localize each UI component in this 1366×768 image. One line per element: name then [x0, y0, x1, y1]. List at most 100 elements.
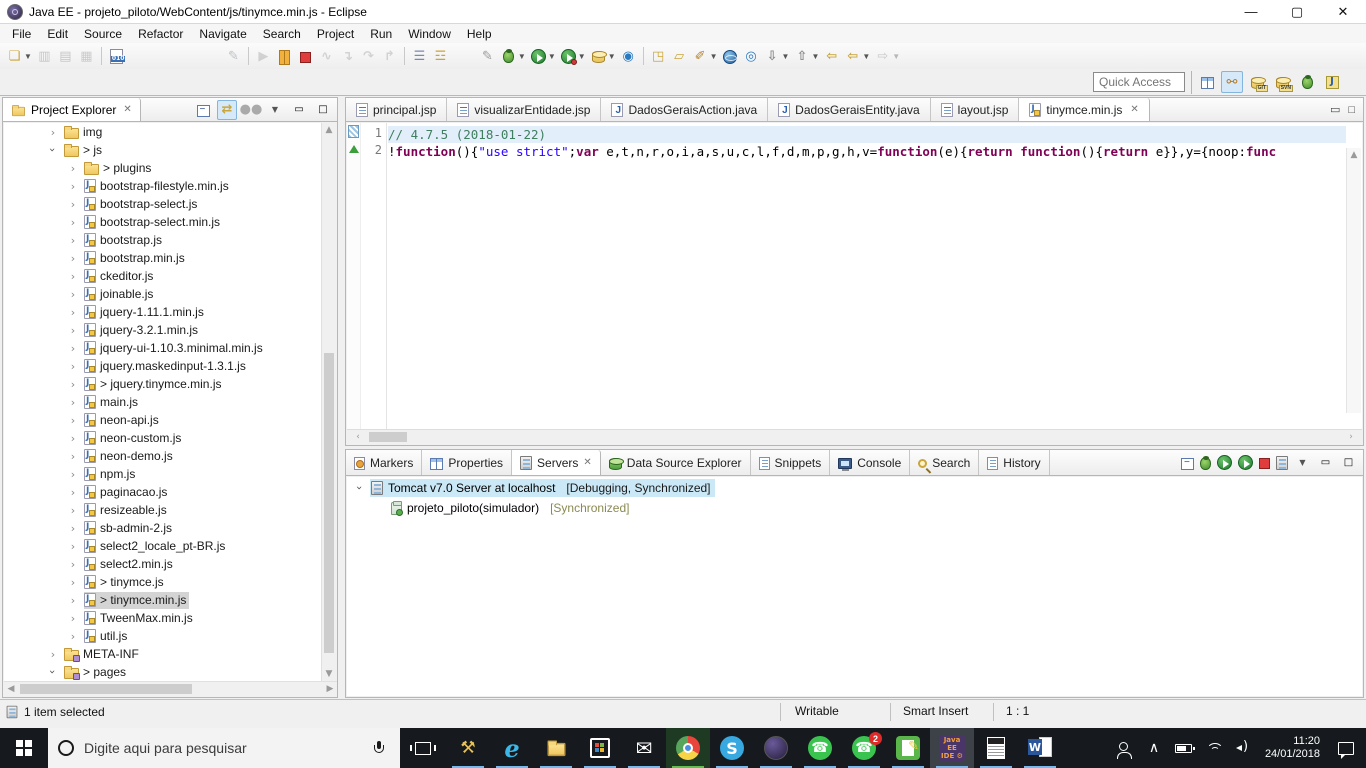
- perspective-open-perspective[interactable]: [1196, 71, 1218, 93]
- menu-file[interactable]: File: [4, 25, 39, 43]
- chevron-down-icon[interactable]: ›: [47, 145, 60, 155]
- tab-project-explorer[interactable]: Project Explorer ✕: [3, 98, 141, 121]
- coverage-button[interactable]: ▼: [558, 45, 588, 67]
- chevron-right-icon[interactable]: ›: [68, 324, 78, 337]
- chevron-right-icon[interactable]: ›: [68, 414, 78, 427]
- chevron-right-icon[interactable]: ›: [48, 648, 58, 661]
- chevron-right-icon[interactable]: ›: [68, 162, 78, 175]
- next-annotation-button[interactable]: ⇩ ▼: [762, 45, 792, 67]
- tree-item-neon-custom.js[interactable]: › neon-custom.js: [4, 429, 322, 447]
- tree-item-META-INF[interactable]: › META-INF: [4, 645, 322, 663]
- chevron-right-icon[interactable]: ›: [68, 378, 78, 391]
- save-all-button[interactable]: ▤: [55, 45, 76, 67]
- forward-history-button[interactable]: ⇨ ▼: [872, 45, 902, 67]
- dropdown-arrow-icon[interactable]: ▼: [782, 52, 790, 61]
- chevron-right-icon[interactable]: ›: [68, 594, 78, 607]
- print-button[interactable]: ▦: [76, 45, 97, 67]
- taskbar-app-notepad[interactable]: ✎: [886, 728, 930, 768]
- chevron-right-icon[interactable]: ›: [68, 342, 78, 355]
- editor-tab-layout.jsp[interactable]: layout.jsp: [931, 98, 1020, 121]
- editor-tab-principal.jsp[interactable]: principal.jsp: [346, 98, 448, 121]
- tree-item-jquery.tinymce.min.js[interactable]: › > jquery.tinymce.min.js: [4, 375, 322, 393]
- step-over-button[interactable]: ↷: [358, 45, 379, 67]
- tree-item-img[interactable]: › img: [4, 123, 322, 141]
- chevron-right-icon[interactable]: ›: [68, 558, 78, 571]
- previous-annotation-button[interactable]: ⇧ ▼: [791, 45, 821, 67]
- editor-tab-tinymce.min.js[interactable]: tinymce.min.js ✕: [1019, 98, 1150, 121]
- chevron-down-icon[interactable]: ›: [47, 667, 60, 677]
- chevron-right-icon[interactable]: ›: [68, 576, 78, 589]
- collapse-all-button[interactable]: [193, 100, 213, 120]
- chevron-right-icon[interactable]: ›: [68, 180, 78, 193]
- chevron-right-icon[interactable]: ›: [68, 306, 78, 319]
- dropdown-arrow-icon[interactable]: ▼: [548, 52, 556, 61]
- chevron-right-icon[interactable]: ›: [68, 630, 78, 643]
- tab-history[interactable]: History: [979, 450, 1050, 475]
- editor-body[interactable]: 12 ▲ // 4.7.5 (2018-01-22) !function(){"u…: [347, 123, 1362, 429]
- chevron-right-icon[interactable]: ›: [68, 198, 78, 211]
- save-button[interactable]: ▥: [34, 45, 55, 67]
- minimize-button[interactable]: —: [1228, 0, 1274, 23]
- tree-item-paginacao.js[interactable]: › paginacao.js: [4, 483, 322, 501]
- tab-markers[interactable]: Markers: [346, 450, 423, 475]
- dropdown-arrow-icon[interactable]: ▼: [710, 52, 718, 61]
- use-step-filters-button[interactable]: ☲: [430, 45, 451, 67]
- battery-button[interactable]: [1169, 728, 1199, 768]
- new-artifact-button[interactable]: ▼: [588, 45, 618, 67]
- tree-item-util.js[interactable]: › util.js: [4, 627, 322, 645]
- chevron-right-icon[interactable]: ›: [68, 468, 78, 481]
- skip-all-breakpoints-button[interactable]: ☰: [409, 45, 430, 67]
- taskbar-app-word[interactable]: W: [1018, 728, 1062, 768]
- close-tab-icon[interactable]: ✕: [583, 457, 591, 468]
- server-row-projeto_piloto(simulador)[interactable]: projeto_piloto(simulador) [Synchronized]: [347, 499, 1362, 517]
- chevron-right-icon[interactable]: ›: [68, 432, 78, 445]
- resume-button[interactable]: ▶: [253, 45, 274, 67]
- tree-item-neon-demo.js[interactable]: › neon-demo.js: [4, 447, 322, 465]
- perspective-svn[interactable]: SVN: [1271, 71, 1293, 93]
- tree-item-ckeditor.js[interactable]: › ckeditor.js: [4, 267, 322, 285]
- step-return-button[interactable]: ↱: [379, 45, 400, 67]
- tab-data-source-explorer[interactable]: Data Source Explorer: [601, 450, 751, 475]
- back-history-button[interactable]: ⇦ ▼: [842, 45, 872, 67]
- run-button[interactable]: ▼: [528, 45, 558, 67]
- tree-item-tinymce.js[interactable]: › > tinymce.js: [4, 573, 322, 591]
- debug-button[interactable]: [1200, 455, 1211, 470]
- tree-item-jquery-3.2.1.min.js[interactable]: › jquery-3.2.1.min.js: [4, 321, 322, 339]
- maximize-icon[interactable]: □: [1348, 104, 1355, 116]
- tree-item-bootstrap-select.min.js[interactable]: › bootstrap-select.min.js: [4, 213, 322, 231]
- new-wizard-button[interactable]: ❏ ▼: [4, 45, 34, 67]
- open-folder-button[interactable]: ▱: [669, 45, 690, 67]
- editor-tab-visualizarEntidade.jsp[interactable]: visualizarEntidade.jsp: [447, 98, 602, 121]
- tree-item-select2_locale_pt-BR.js[interactable]: › select2_locale_pt-BR.js: [4, 537, 322, 555]
- perspective-debug[interactable]: [1296, 71, 1318, 93]
- link-with-editor-button[interactable]: ⇄: [217, 99, 237, 120]
- taskbar-app-skype[interactable]: S: [710, 728, 754, 768]
- debug-button[interactable]: ▼: [498, 45, 528, 67]
- suspend-button[interactable]: [274, 45, 295, 67]
- taskbar-app-whatsapp[interactable]: ☎: [798, 728, 842, 768]
- tab-snippets[interactable]: Snippets: [751, 450, 831, 475]
- tab-search[interactable]: Search: [910, 450, 980, 475]
- dropdown-arrow-icon[interactable]: ▼: [24, 52, 32, 61]
- close-tab-icon[interactable]: ✕: [1130, 104, 1138, 115]
- people-button[interactable]: [1109, 728, 1139, 768]
- view-menu-icon[interactable]: ▼: [1294, 454, 1311, 471]
- tab-console[interactable]: Console: [830, 450, 911, 475]
- dropdown-arrow-icon[interactable]: ▼: [578, 52, 586, 61]
- maximize-button[interactable]: ▢: [1274, 0, 1320, 23]
- tree-horizontal-scrollbar[interactable]: ◀ ▶: [4, 681, 337, 696]
- tree-item-sb-admin-2.js[interactable]: › sb-admin-2.js: [4, 519, 322, 537]
- dropdown-arrow-icon[interactable]: ▼: [518, 52, 526, 61]
- editor-horizontal-scrollbar[interactable]: ‹ ›: [347, 429, 1362, 444]
- terminate-button[interactable]: [295, 45, 316, 67]
- tree-item-jquery-1.11.1.min.js[interactable]: › jquery-1.11.1.min.js: [4, 303, 322, 321]
- open-browser-button[interactable]: [720, 45, 741, 67]
- tab-properties[interactable]: Properties: [422, 450, 513, 475]
- dropdown-arrow-icon[interactable]: ▼: [608, 52, 616, 61]
- volume-button[interactable]: [1229, 728, 1259, 768]
- menu-navigate[interactable]: Navigate: [191, 25, 254, 43]
- minimize-icon[interactable]: ▭: [1317, 454, 1334, 471]
- publish-button[interactable]: [1276, 455, 1288, 470]
- minimize-icon[interactable]: ▭: [1330, 103, 1340, 116]
- taskbar-app-mail[interactable]: ✉: [622, 728, 666, 768]
